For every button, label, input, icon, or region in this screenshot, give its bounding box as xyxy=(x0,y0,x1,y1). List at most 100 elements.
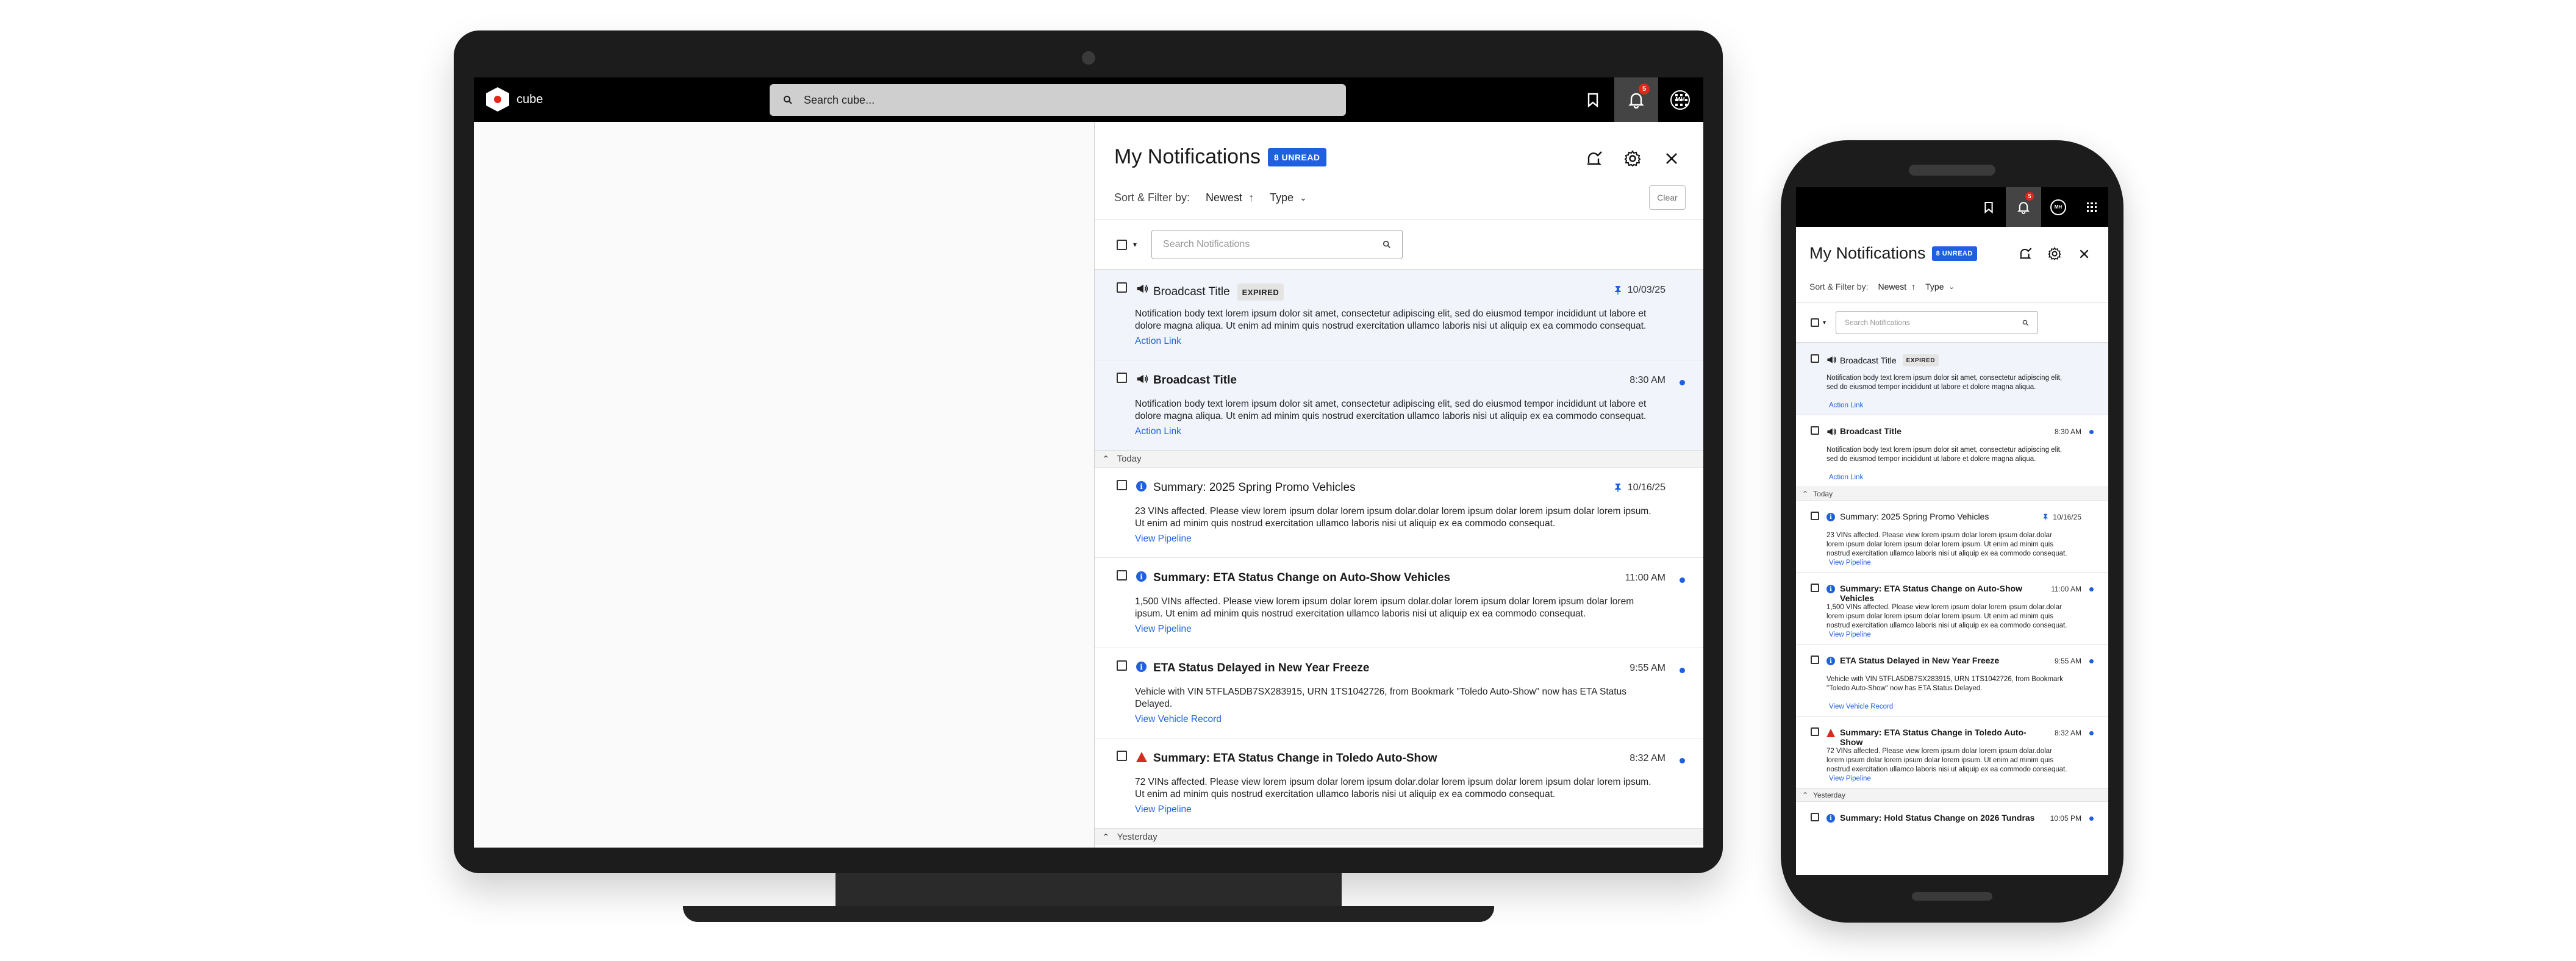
notification-action-link[interactable]: View Vehicle Record xyxy=(1135,714,1222,725)
notification-item[interactable]: Summary: ETA Status Change in Toledo Aut… xyxy=(1796,716,2108,788)
sort-newest-button[interactable]: Newest ↑ xyxy=(1878,282,1916,291)
notification-item[interactable]: Broadcast Title 8:30 AM Notification body … xyxy=(1095,360,1703,450)
notification-action-link[interactable]: Action Link xyxy=(1135,426,1181,437)
notification-action-link[interactable]: View Pipeline xyxy=(1135,804,1192,815)
clear-filters-button[interactable]: Clear xyxy=(1649,185,1686,210)
section-header-yesterday[interactable]: ⌃ Yesterday xyxy=(1095,828,1703,845)
notification-checkbox[interactable] xyxy=(1117,660,1127,671)
notification-checkbox[interactable] xyxy=(1811,656,1819,664)
notification-timestamp: 8:32 AM xyxy=(1630,753,1665,763)
type-filter-dropdown[interactable]: Type ⌄ xyxy=(1270,191,1307,204)
notification-title-text: Summary: ETA Status Change on Auto-Show … xyxy=(1153,571,1451,584)
notification-title[interactable]: Summary: ETA Status Change in Toledo Aut… xyxy=(1840,727,2035,747)
notification-checkbox[interactable] xyxy=(1117,282,1127,293)
phone-speaker xyxy=(1909,165,1995,176)
notification-title[interactable]: Summary: ETA Status Change on Auto-Show … xyxy=(1153,571,1450,585)
notification-item[interactable]: i Summary: ETA Status Change on Auto-Show… xyxy=(1796,572,2108,644)
notification-action-link[interactable]: Action Link xyxy=(1829,474,1863,481)
section-header-yesterday[interactable]: ⌃ Yesterday xyxy=(1796,788,2108,801)
notification-checkbox[interactable] xyxy=(1811,813,1819,821)
notification-action-link[interactable]: View Pipeline xyxy=(1829,775,1871,782)
notification-item[interactable]: i Summary: Hold Status Change on 2026 Tun… xyxy=(1796,801,2108,838)
bookmark-button[interactable] xyxy=(1572,77,1614,122)
global-search[interactable]: Search cube... xyxy=(770,84,1346,116)
apps-menu-button[interactable] xyxy=(1659,77,1703,122)
notification-item[interactable]: Broadcast Title EXPIRED Notification body … xyxy=(1796,343,2108,415)
profile-button[interactable]: MH xyxy=(2041,187,2075,227)
notification-title[interactable]: Summary: 2025 Spring Promo Vehicles xyxy=(1840,512,1989,521)
notification-search-input[interactable]: Search Notifications xyxy=(1836,311,2039,334)
notification-timestamp: 10/16/25 xyxy=(2053,513,2081,521)
section-label: Today xyxy=(1813,489,1833,498)
close-icon xyxy=(2080,249,2088,258)
notification-checkbox[interactable] xyxy=(1811,354,1819,363)
notification-action-link[interactable]: View Vehicle Record xyxy=(1829,703,1893,710)
settings-button[interactable] xyxy=(2044,243,2066,265)
notification-action-link[interactable]: View Pipeline xyxy=(1135,534,1192,545)
notification-title[interactable]: Summary: 2025 Spring Promo Vehicles xyxy=(1153,481,1356,495)
select-all-checkbox[interactable] xyxy=(1117,239,1127,250)
notification-title[interactable]: Broadcast Title EXPIRED xyxy=(1840,354,1939,366)
notification-action-link[interactable]: Action Link xyxy=(1135,336,1181,347)
notification-body: 23 VINs affected. Please view lorem ipsu… xyxy=(1135,506,1651,529)
notification-checkbox[interactable] xyxy=(1811,584,1819,592)
select-options-caret-icon[interactable]: ▾ xyxy=(1823,320,1826,326)
notification-title[interactable]: Summary: ETA Status Change in Toledo Aut… xyxy=(1153,752,1437,765)
close-panel-button[interactable] xyxy=(2073,243,2095,265)
notification-action-link[interactable]: Action Link xyxy=(1829,402,1863,409)
type-filter-dropdown[interactable]: Type ⌄ xyxy=(1925,282,1955,291)
bookmark-button[interactable] xyxy=(1972,187,2006,227)
notification-action-link[interactable]: View Pipeline xyxy=(1135,624,1192,635)
notification-item[interactable]: i Summary: 2025 Spring Promo Vehicles 10/1… xyxy=(1095,467,1703,557)
notification-action-link[interactable]: View Pipeline xyxy=(1829,559,1871,566)
notification-item[interactable]: i Summary: ETA Status Change on Auto-Show… xyxy=(1095,557,1703,648)
notification-meta: 11:00 AM xyxy=(1625,573,1665,584)
notification-action-link[interactable]: View Pipeline xyxy=(1829,631,1871,638)
close-panel-button[interactable] xyxy=(1658,145,1685,172)
app-logo[interactable]: cube xyxy=(486,87,543,112)
notifications-button[interactable]: 5 xyxy=(1614,77,1658,122)
laptop-screen: cube Search cube... 5 MH My Notification… xyxy=(474,77,1703,848)
notification-title[interactable]: ETA Status Delayed in New Year Freeze xyxy=(1153,662,1369,675)
notification-checkbox[interactable] xyxy=(1811,727,1819,736)
notification-item[interactable]: i ETA Status Delayed in New Year Freeze 9:… xyxy=(1095,648,1703,738)
notification-title[interactable]: Broadcast Title xyxy=(1153,374,1237,387)
notification-item[interactable]: i Summary: 2025 Spring Promo Vehicles 10/1… xyxy=(1796,500,2108,572)
notification-title[interactable]: Broadcast Title EXPIRED xyxy=(1153,284,1284,301)
notification-checkbox[interactable] xyxy=(1117,480,1127,490)
notification-title[interactable]: Broadcast Title xyxy=(1840,426,1902,436)
arrow-up-icon: ↑ xyxy=(1911,282,1916,291)
notification-checkbox[interactable] xyxy=(1811,512,1819,520)
notification-search-input[interactable]: Search Notifications xyxy=(1151,230,1403,259)
section-header-today[interactable]: ⌃ Today xyxy=(1796,487,2108,500)
notification-body: 1,500 VINs affected. Please view lorem i… xyxy=(1826,604,2067,629)
settings-button[interactable] xyxy=(1619,145,1646,172)
notification-title-text: Summary: ETA Status Change in Toledo Aut… xyxy=(1153,752,1437,765)
notification-item[interactable]: i ETA Status Delayed in New Year Freeze 9:… xyxy=(1796,644,2108,716)
notification-item[interactable]: Broadcast Title 8:30 AM Notification body … xyxy=(1796,415,2108,487)
apps-menu-button[interactable] xyxy=(2075,187,2108,227)
laptop-base xyxy=(683,906,1494,922)
panel-header: My Notifications 8 UNREAD xyxy=(1809,244,1977,263)
avatar: MH xyxy=(2050,199,2066,215)
select-all-checkbox[interactable] xyxy=(1811,318,1819,327)
mark-all-read-button[interactable] xyxy=(1581,145,1608,172)
info-icon: i xyxy=(1136,662,1147,672)
notification-title[interactable]: Summary: ETA Status Change on Auto-Show … xyxy=(1840,584,2035,603)
notification-item[interactable]: Broadcast Title EXPIRED 10/03/25 Notificati… xyxy=(1095,270,1703,360)
select-options-caret-icon[interactable]: ▾ xyxy=(1133,240,1137,249)
section-header-today[interactable]: ⌃ Today xyxy=(1095,450,1703,467)
notification-title[interactable]: Summary: Hold Status Change on 2026 Tund… xyxy=(1840,813,2034,823)
notifications-button[interactable]: 5 xyxy=(2006,187,2041,227)
notification-checkbox[interactable] xyxy=(1117,570,1127,581)
notification-item[interactable]: Summary: ETA Status Change in Toledo Aut… xyxy=(1095,738,1703,828)
pin-icon xyxy=(1613,483,1623,493)
notification-checkbox[interactable] xyxy=(1811,426,1819,435)
mark-all-read-button[interactable] xyxy=(2014,243,2036,265)
notification-checkbox[interactable] xyxy=(1117,751,1127,761)
notification-checkbox[interactable] xyxy=(1117,373,1127,383)
notification-title[interactable]: ETA Status Delayed in New Year Freeze xyxy=(1840,656,1999,665)
notification-meta: 10:05 PM xyxy=(2050,814,2081,823)
unread-dot xyxy=(2089,430,2094,434)
sort-newest-button[interactable]: Newest ↑ xyxy=(1206,191,1254,204)
